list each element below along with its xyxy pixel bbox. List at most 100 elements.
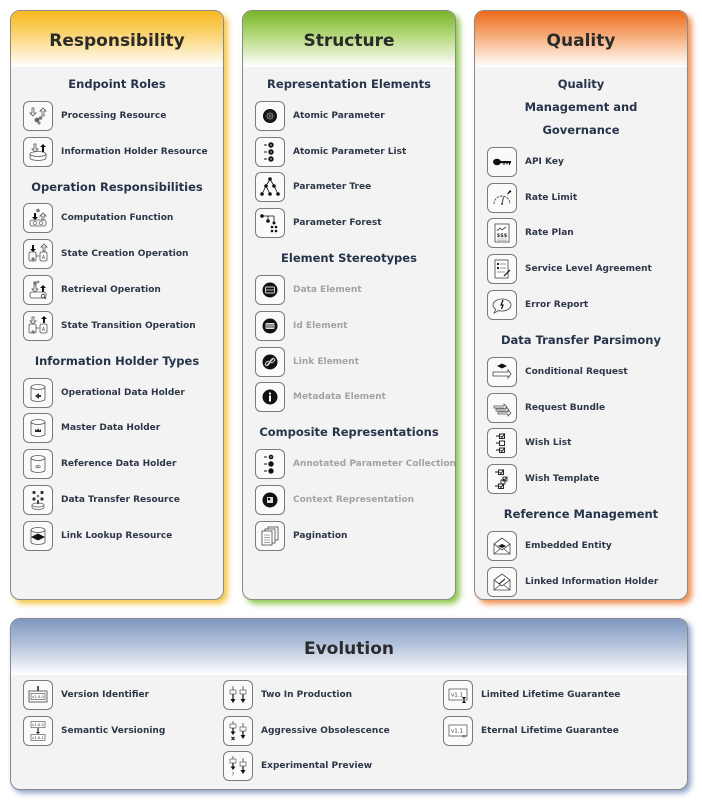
pattern-item-rate-plan[interactable]: $$$ Rate Plan: [475, 216, 687, 252]
pattern-item-link-lookup-resource[interactable]: Link Lookup Resource: [11, 518, 223, 554]
limited-lifetime-guarantee-icon: v1.1: [443, 679, 473, 710]
pattern-label: Semantic Versioning: [61, 725, 166, 736]
pattern-label: Link Lookup Resource: [61, 530, 173, 541]
pattern-label: Version Identifier: [61, 689, 150, 700]
pattern-item-processing-resource[interactable]: Processing Resource: [11, 98, 223, 134]
pattern-item-embedded-entity[interactable]: Embedded Entity: [475, 528, 687, 564]
quality-panel: Quality Quality Management and Governanc…: [474, 10, 688, 600]
pattern-label: Computation Function: [61, 213, 174, 224]
pattern-item-api-key[interactable]: API Key: [475, 144, 687, 180]
linked-information-holder-icon: [487, 566, 517, 597]
pattern-item-limited-lifetime-guarantee[interactable]: v1.1 Limited Lifetime Guarantee: [431, 677, 620, 713]
pattern-item-two-in-production[interactable]: Two In Production: [211, 677, 390, 713]
version-text: v1.0.1: [32, 735, 44, 740]
pattern-item-experimental-preview[interactable]: ? Experimental Preview: [211, 749, 390, 785]
eternal-lifetime-guarantee-icon: v1.1 ∞: [443, 715, 473, 746]
master-data-holder-icon: [23, 413, 53, 444]
pattern-label: Data Element: [293, 285, 362, 296]
section-title: Reference Management: [503, 507, 659, 522]
pattern-label: Operational Data Holder: [61, 387, 185, 398]
aggressive-obsolescence-icon: [223, 715, 253, 746]
svg-text:$$$: $$$: [497, 233, 508, 239]
svg-text:?: ?: [232, 772, 235, 777]
pattern-item-state-creation-operation[interactable]: A State Creation Operation: [11, 236, 223, 272]
pattern-item-annotated-parameter-collection[interactable]: Annotated Parameter Collection: [243, 446, 455, 482]
pattern-label: Embedded Entity: [525, 541, 612, 552]
link-lookup-resource-icon: [23, 520, 53, 551]
pattern-item-service-level-agreement[interactable]: Service Level Agreement: [475, 251, 687, 287]
pattern-item-linked-information-holder[interactable]: Linked Information Holder: [475, 564, 687, 599]
pattern-item-request-bundle[interactable]: Request Bundle: [475, 390, 687, 426]
pattern-item-data-element[interactable]: Data Element: [243, 272, 455, 308]
pattern-label: Service Level Agreement: [525, 264, 652, 275]
pattern-item-metadata-element[interactable]: Metadata Element: [243, 380, 455, 416]
panel-title: Evolution: [11, 619, 687, 675]
pattern-label: Linked Information Holder: [525, 576, 659, 587]
processing-resource-icon: [23, 100, 53, 131]
panel-title: Responsibility: [11, 11, 223, 67]
link-element-icon: [255, 346, 285, 377]
pattern-label: Aggressive Obsolescence: [261, 725, 390, 736]
pattern-item-aggressive-obsolescence[interactable]: Aggressive Obsolescence: [211, 713, 390, 749]
section-title: Composite Representations: [259, 425, 439, 440]
pattern-item-state-transition-operation[interactable]: A State Transition Operation: [11, 308, 223, 344]
parameter-forest-icon: [255, 208, 285, 239]
atomic-parameter-list-icon: [255, 136, 285, 167]
pattern-item-rate-limit[interactable]: Rate Limit: [475, 180, 687, 216]
pattern-item-atomic-parameter-list[interactable]: Atomic Parameter List: [243, 134, 455, 170]
pattern-label: Request Bundle: [525, 402, 606, 413]
pattern-label: API Key: [525, 156, 564, 167]
semantic-versioning-icon: v1.0.0 v1.0.1: [23, 715, 53, 746]
section-title: Information Holder Types: [34, 353, 200, 368]
pattern-item-context-representation[interactable]: Context Representation: [243, 482, 455, 518]
pattern-label: Reference Data Holder: [61, 459, 177, 470]
pattern-label: Annotated Parameter Collection: [293, 459, 456, 470]
panel-title: Quality: [475, 11, 687, 67]
pattern-item-eternal-lifetime-guarantee[interactable]: v1.1 ∞ Eternal Lifetime Guarantee: [431, 713, 620, 749]
pattern-item-semantic-versioning[interactable]: v1.0.0 v1.0.1 Semantic Versioning: [11, 713, 165, 749]
section-title: Element Stereotypes: [281, 251, 417, 266]
pattern-item-wish-template[interactable]: Wish Template: [475, 461, 687, 497]
pattern-item-data-transfer-resource[interactable]: Data Transfer Resource: [11, 482, 223, 518]
pattern-item-wish-list[interactable]: Wish List: [475, 426, 687, 462]
parameter-tree-icon: [255, 172, 285, 203]
pattern-label: Error Report: [525, 300, 589, 311]
section-title: Representation Elements: [267, 77, 431, 91]
pattern-item-retrieval-operation[interactable]: Retrieval Operation: [11, 272, 223, 308]
pattern-item-version-identifier[interactable]: v1.0.0 Version Identifier: [11, 677, 165, 713]
pattern-label: Limited Lifetime Guarantee: [481, 689, 621, 700]
pattern-item-parameter-tree[interactable]: Parameter Tree: [243, 170, 455, 206]
version-text: v1.1: [451, 692, 463, 698]
section-title: Operation Responsibilities: [31, 179, 203, 194]
pattern-label: Processing Resource: [61, 110, 167, 121]
pattern-item-operational-data-holder[interactable]: Operational Data Holder: [11, 375, 223, 411]
atomic-parameter-icon: [255, 100, 285, 131]
pagination-icon: [255, 520, 285, 551]
pattern-item-information-holder-resource[interactable]: Information Holder Resource: [11, 134, 223, 170]
svg-text:∞: ∞: [35, 462, 42, 471]
operational-data-holder-icon: [23, 377, 53, 408]
pattern-item-id-element[interactable]: Id Element: [243, 308, 455, 344]
pattern-item-parameter-forest[interactable]: Parameter Forest: [243, 205, 455, 241]
pattern-label: Data Transfer Resource: [61, 495, 180, 506]
error-report-icon: [487, 290, 517, 321]
section-title: Quality Management and Governance: [524, 77, 638, 137]
pattern-item-conditional-request[interactable]: Conditional Request: [475, 354, 687, 390]
pattern-item-master-data-holder[interactable]: Master Data Holder: [11, 411, 223, 447]
pattern-item-pagination[interactable]: Pagination: [243, 518, 455, 554]
section-title: Data Transfer Parsimony: [501, 332, 661, 347]
two-in-production-icon: [223, 679, 253, 710]
svg-text:∞: ∞: [462, 733, 467, 740]
pattern-item-reference-data-holder[interactable]: ∞ Reference Data Holder: [11, 446, 223, 482]
pattern-item-atomic-parameter[interactable]: Atomic Parameter: [243, 98, 455, 134]
wish-list-icon: [487, 428, 517, 459]
state-transition-operation-icon: A: [23, 310, 53, 341]
pattern-label: Rate Limit: [525, 192, 578, 203]
section-title: Endpoint Roles: [68, 77, 166, 91]
pattern-item-error-report[interactable]: Error Report: [475, 287, 687, 323]
pattern-item-computation-function[interactable]: Computation Function: [11, 201, 223, 237]
data-element-icon: [255, 275, 285, 306]
pattern-item-link-element[interactable]: Link Element: [243, 344, 455, 380]
experimental-preview-icon: ?: [223, 751, 253, 782]
metadata-element-icon: [255, 382, 285, 413]
